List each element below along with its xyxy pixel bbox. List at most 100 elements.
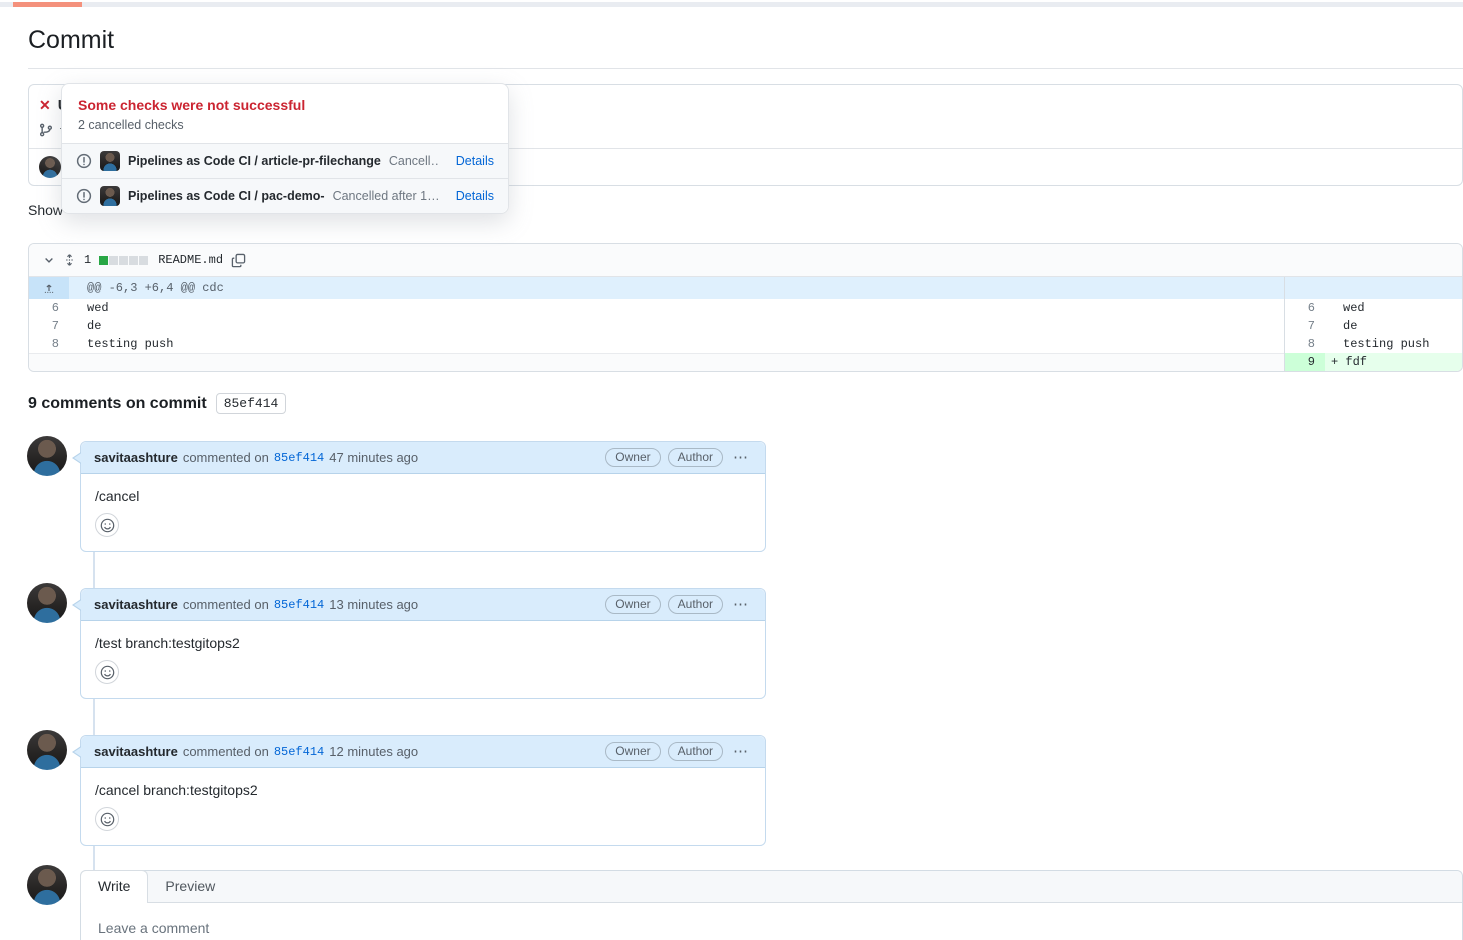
comment-action-text: commented on — [183, 597, 269, 612]
avatar[interactable] — [27, 865, 67, 905]
kebab-menu-icon[interactable]: ⋯ — [730, 747, 752, 757]
line-number[interactable]: 7 — [1284, 317, 1325, 335]
check-app-avatar — [100, 151, 120, 171]
avatar[interactable] — [27, 583, 67, 623]
comment-timeline: savitaashture commented on 85ef414 47 mi… — [28, 441, 1463, 940]
add-reaction-button[interactable] — [95, 807, 119, 831]
check-row: Pipelines as Code CI / pac-demo- Cancell… — [62, 178, 508, 213]
smiley-icon — [100, 812, 115, 827]
diff-line-row: 6 wed 6 wed — [29, 299, 1462, 317]
tab-write[interactable]: Write — [80, 870, 148, 903]
line-code: wed — [69, 299, 1284, 317]
check-app-avatar — [100, 186, 120, 206]
hunk-header-text: @@ -6,3 +6,4 @@ cdc — [69, 277, 1284, 299]
comment-sha-link[interactable]: 85ef414 — [274, 745, 324, 759]
checks-popover-title: Some checks were not successful — [78, 97, 492, 113]
expand-up-icon[interactable] — [29, 277, 69, 299]
comment-sha-link[interactable]: 85ef414 — [274, 598, 324, 612]
page-title: Commit — [28, 26, 1463, 55]
commit-comment: savitaashture commented on 85ef414 13 mi… — [28, 588, 1463, 699]
check-status: Cancell… — [389, 154, 440, 168]
line-number[interactable]: 8 — [1284, 335, 1325, 353]
diff-line-row: 7 de 7 de — [29, 317, 1462, 335]
comment-form-tabs: Write Preview — [81, 871, 1462, 903]
comment-textarea[interactable]: Leave a comment — [89, 912, 1454, 940]
line-code: wed — [1325, 299, 1462, 317]
git-branch-icon — [39, 123, 53, 137]
author-badge: Author — [668, 448, 723, 467]
owner-badge: Owner — [605, 742, 660, 761]
add-reaction-button[interactable] — [95, 660, 119, 684]
new-comment-form: Write Preview Leave a comment — [80, 870, 1463, 940]
check-status: Cancelled after 1… — [333, 189, 440, 203]
file-changes-count: 1 — [84, 253, 91, 267]
comment-author[interactable]: savitaashture — [94, 744, 178, 759]
line-code: de — [1325, 317, 1462, 335]
comment-action-text: commented on — [183, 744, 269, 759]
diffstat — [99, 256, 148, 265]
add-reaction-button[interactable] — [95, 513, 119, 537]
check-cancelled-icon — [76, 188, 92, 204]
kebab-menu-icon[interactable]: ⋯ — [730, 453, 752, 463]
comment-header: savitaashture commented on 85ef414 12 mi… — [81, 736, 765, 768]
diff-hunk-row: @@ -6,3 +6,4 @@ cdc — [29, 277, 1462, 299]
owner-badge: Owner — [605, 448, 660, 467]
check-details-link[interactable]: Details — [456, 154, 494, 168]
line-number[interactable]: 6 — [1284, 299, 1325, 317]
avatar[interactable] — [27, 436, 67, 476]
line-number[interactable]: 6 — [29, 299, 69, 317]
smiley-icon — [100, 665, 115, 680]
checks-popover-subtitle: 2 cancelled checks — [78, 118, 492, 132]
comment-body-text: /test branch:testgitops2 — [95, 635, 751, 651]
diff-line-row: 8 testing push 8 testing push — [29, 335, 1462, 353]
line-code: testing push — [1325, 335, 1462, 353]
file-name[interactable]: README.md — [158, 253, 223, 267]
smiley-icon — [100, 518, 115, 533]
diff-line-row: 9 + fdf — [29, 353, 1462, 371]
check-failed-icon[interactable]: ✕ — [39, 97, 51, 114]
comment-action-text: commented on — [183, 450, 269, 465]
comment-sha-link[interactable]: 85ef414 — [274, 451, 324, 465]
unfold-icon[interactable] — [63, 253, 76, 267]
comment-timestamp[interactable]: 12 minutes ago — [329, 744, 418, 759]
comments-count-heading: 9 comments on commit — [28, 395, 207, 413]
commit-comment: savitaashture commented on 85ef414 47 mi… — [28, 441, 1463, 552]
check-row: Pipelines as Code CI / article-pr-filech… — [62, 143, 508, 178]
empty-cell — [69, 353, 1284, 371]
line-code-added: + fdf — [1325, 353, 1462, 371]
comment-author[interactable]: savitaashture — [94, 597, 178, 612]
comment-body-text: /cancel branch:testgitops2 — [95, 782, 751, 798]
author-badge: Author — [668, 742, 723, 761]
owner-badge: Owner — [605, 595, 660, 614]
empty-cell — [29, 353, 69, 371]
comment-timestamp[interactable]: 13 minutes ago — [329, 597, 418, 612]
comment-timestamp[interactable]: 47 minutes ago — [329, 450, 418, 465]
checks-status-popover: Some checks were not successful 2 cancel… — [61, 83, 509, 214]
comment-body-text: /cancel — [95, 488, 751, 504]
check-name: Pipelines as Code CI / pac-demo- — [128, 189, 325, 203]
new-comment-row: Write Preview Leave a comment — [28, 870, 1463, 940]
line-number[interactable]: 8 — [29, 335, 69, 353]
line-number[interactable]: 7 — [29, 317, 69, 335]
chevron-down-icon[interactable] — [43, 254, 55, 266]
divider — [28, 68, 1463, 69]
line-number[interactable]: 9 — [1284, 353, 1325, 371]
avatar[interactable] — [27, 730, 67, 770]
copy-icon[interactable] — [231, 253, 246, 268]
comment-header: savitaashture commented on 85ef414 47 mi… — [81, 442, 765, 474]
check-name: Pipelines as Code CI / article-pr-filech… — [128, 154, 381, 168]
kebab-menu-icon[interactable]: ⋯ — [730, 600, 752, 610]
tab-preview[interactable]: Preview — [148, 871, 232, 902]
line-code: de — [69, 317, 1284, 335]
author-badge: Author — [668, 595, 723, 614]
file-diff: 1 README.md @@ -6,3 +6,4 @@ cdc 6 — [28, 243, 1463, 372]
page-loading-progress — [13, 2, 82, 7]
commit-sha-badge[interactable]: 85ef414 — [216, 393, 287, 414]
commit-summary-box: ✕ U t Some checks were not successful 2 … — [28, 84, 1463, 186]
commit-author-avatar[interactable] — [39, 156, 61, 178]
comment-header: savitaashture commented on 85ef414 13 mi… — [81, 589, 765, 621]
check-details-link[interactable]: Details — [456, 189, 494, 203]
commit-comment: savitaashture commented on 85ef414 12 mi… — [28, 735, 1463, 846]
line-code: testing push — [69, 335, 1284, 353]
comment-author[interactable]: savitaashture — [94, 450, 178, 465]
